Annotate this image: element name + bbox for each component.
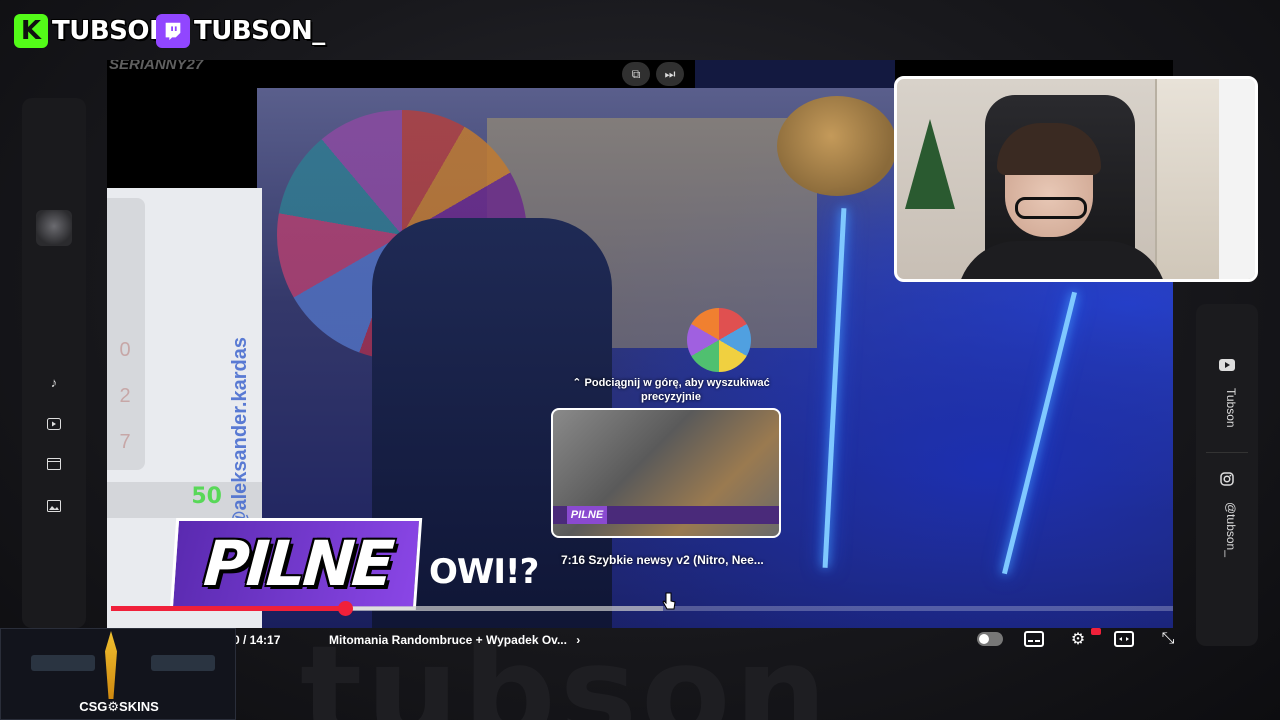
- autoplay-toggle-knob: [979, 634, 989, 644]
- chapter-title[interactable]: Mitomania Randombruce + Wypadek Ov... ›: [329, 633, 580, 647]
- sponsor-label: CSG⚙SKINS: [79, 699, 159, 714]
- film-icon[interactable]: [46, 456, 62, 472]
- headline-text: OWI!?: [429, 552, 539, 592]
- video-top-strip: [695, 60, 895, 90]
- seek-preview-caption: 7:16 Szybkie newsy v2 (Nitro, Nee...: [561, 553, 764, 567]
- instagram-label[interactable]: @tubson_: [1216, 502, 1238, 557]
- kick-handle: TUBSON: [52, 16, 171, 46]
- skip-icon[interactable]: ⏭: [656, 62, 684, 86]
- hd-badge: [1091, 628, 1101, 635]
- led-strip: [1001, 291, 1078, 575]
- mouse-pointer-icon: [662, 592, 676, 612]
- seek-preview-thumbnail: PILNE: [551, 408, 781, 538]
- youtube-label[interactable]: Tubson: [1216, 388, 1238, 428]
- instagram-handle-overlay: @aleksander.kardas: [229, 337, 251, 530]
- knife-skin-icon: [105, 631, 117, 699]
- shelf: [1155, 79, 1225, 279]
- social-panel: Tubson @tubson_: [1196, 304, 1258, 646]
- sponsor-banner[interactable]: CSG⚙SKINS: [0, 628, 236, 720]
- led-strip: [822, 208, 847, 568]
- mini-wheel: [687, 308, 751, 372]
- fullscreen-icon[interactable]: ⤡: [1155, 628, 1181, 650]
- youtube-icon[interactable]: [1218, 356, 1236, 374]
- pilne-label: PILNE: [201, 527, 394, 600]
- pilne-lower-third: PILNE: [169, 518, 423, 610]
- rifle-skin-icon: [31, 655, 95, 671]
- chapter-title-text: Mitomania Randombruce + Wypadek Ov...: [329, 633, 567, 647]
- progress-played: [111, 606, 345, 611]
- twitch-logo-icon: [156, 14, 190, 48]
- straw-hat: [777, 96, 897, 196]
- webcam-overlay: [894, 76, 1258, 282]
- progress-bar[interactable]: [111, 601, 1173, 616]
- christmas-tree: [905, 119, 955, 209]
- seek-hint-line: precyzyjnie: [641, 391, 701, 403]
- social-divider: [1206, 452, 1248, 453]
- autoplay-toggle[interactable]: [977, 632, 1003, 646]
- calc-number: 7: [119, 430, 131, 453]
- seek-hint: ⌃ Podciągnij w górę, aby wyszukiwać prec…: [561, 376, 781, 404]
- chevron-right-icon: ›: [576, 633, 581, 647]
- webcam-edge: [1219, 79, 1255, 279]
- miniplayer-icon[interactable]: ⧉: [622, 62, 650, 86]
- avatar[interactable]: [36, 210, 72, 246]
- seek-hint-line: ⌃ Podciągnij w górę, aby wyszukiwać: [572, 377, 770, 389]
- video-play-icon[interactable]: [46, 416, 62, 432]
- streamer-body: [957, 241, 1167, 279]
- progress-scrubber[interactable]: [337, 601, 353, 616]
- glasses: [1015, 197, 1087, 219]
- calculator-value: 50: [191, 484, 222, 509]
- image-icon[interactable]: [46, 498, 62, 514]
- instagram-icon[interactable]: [1218, 470, 1236, 488]
- calc-number: 0: [119, 338, 131, 361]
- calc-number: 2: [119, 384, 131, 407]
- twitch-badge: TUBSON_: [156, 12, 325, 50]
- kick-badge: K TUBSON: [14, 12, 171, 50]
- time-display: 0 / 14:17: [233, 633, 281, 647]
- video-top-label: SERIANNY27: [109, 60, 204, 73]
- theater-mode-icon[interactable]: [1111, 628, 1137, 650]
- left-nav-rail: ♪: [22, 98, 86, 628]
- music-note-icon[interactable]: ♪: [46, 374, 62, 390]
- kick-logo-icon: K: [14, 14, 48, 48]
- thumbnail-tag: PILNE: [567, 506, 607, 524]
- subtitles-icon[interactable]: [1021, 628, 1047, 650]
- twitch-handle: TUBSON_: [194, 16, 325, 46]
- player-controls: 0 / 14:17 Mitomania Randombruce + Wypade…: [107, 628, 1174, 650]
- rifle-skin-icon: [151, 655, 215, 671]
- gear-icon[interactable]: ⚙: [1065, 628, 1091, 650]
